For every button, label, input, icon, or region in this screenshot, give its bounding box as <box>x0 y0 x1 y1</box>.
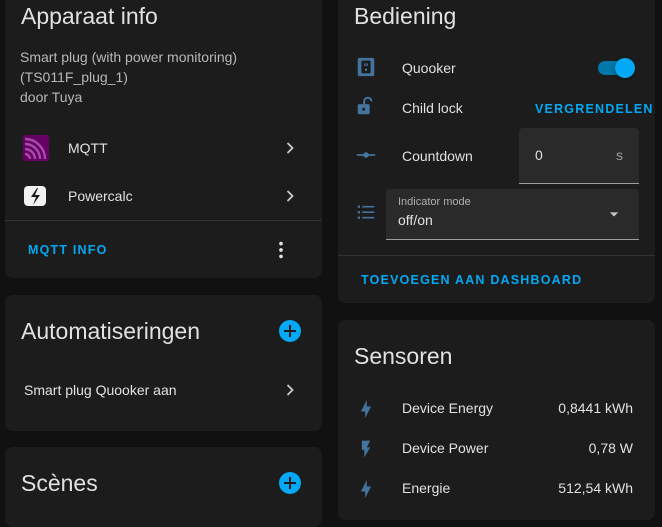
flash-icon <box>361 440 371 458</box>
integration-mqtt-label: MQTT <box>68 140 108 156</box>
sensors-card: Sensoren Device Energy 0,8441 kWh Device… <box>338 320 655 520</box>
chevron-right-icon <box>286 142 294 154</box>
countdown-value: 0 <box>535 147 543 163</box>
integration-powercalc[interactable]: Powercalc <box>5 176 322 216</box>
sensor-row[interactable]: Energie 512,54 kWh <box>338 475 655 503</box>
add-automation-button[interactable] <box>279 320 301 342</box>
indicator-mode-label: Indicator mode <box>398 196 471 208</box>
sensor-value: 512,54 kWh <box>558 480 633 496</box>
sensor-label: Device Power <box>402 440 489 456</box>
scenes-card: Scènes <box>5 447 322 527</box>
indicator-mode-select[interactable]: Indicator mode off/on <box>386 189 639 240</box>
child-lock-label: Child lock <box>402 100 463 116</box>
chevron-right-icon <box>286 190 294 202</box>
lock-open-icon <box>357 96 373 115</box>
mqtt-icon <box>23 135 49 161</box>
mqtt-info-button[interactable]: MQTT INFO <box>28 243 108 257</box>
device-model-id: (TS011F_plug_1) <box>20 69 128 85</box>
card-divider <box>338 255 655 256</box>
device-info-card: Apparaat info Smart plug (with power mon… <box>5 0 322 278</box>
format-list-icon <box>357 205 375 219</box>
quooker-label: Quooker <box>402 60 456 76</box>
chevron-right-icon <box>286 384 294 396</box>
sensor-label: Device Energy <box>402 400 494 416</box>
automations-card: Automatiseringen Smart plug Quooker aan <box>5 295 322 431</box>
device-info-title: Apparaat info <box>21 3 158 29</box>
scenes-title: Scènes <box>21 470 98 496</box>
chevron-down-icon <box>609 212 619 217</box>
ray-vertex-icon <box>356 152 376 158</box>
sensor-row[interactable]: Device Power 0,78 W <box>338 435 655 463</box>
integration-powercalc-label: Powercalc <box>68 188 133 204</box>
dots-vertical-icon[interactable] <box>270 239 292 261</box>
controls-title: Bediening <box>354 3 457 29</box>
countdown-label: Countdown <box>402 148 473 164</box>
automation-item-label: Smart plug Quooker aan <box>24 382 177 398</box>
integration-mqtt[interactable]: MQTT <box>5 128 322 168</box>
quooker-toggle[interactable] <box>596 56 636 80</box>
sensor-value: 0,78 W <box>588 440 633 456</box>
indicator-mode-value: off/on <box>398 212 433 228</box>
countdown-input[interactable]: 0 s <box>519 128 639 184</box>
automation-item[interactable]: Smart plug Quooker aan <box>5 371 322 411</box>
card-divider <box>5 220 322 221</box>
powercalc-icon <box>24 186 46 206</box>
sensor-row[interactable]: Device Energy 0,8441 kWh <box>338 395 655 423</box>
lightning-bolt-icon <box>361 399 371 419</box>
lightning-bolt-icon <box>361 479 371 499</box>
lock-button[interactable]: VERGRENDELEN <box>535 102 654 116</box>
sensor-value: 0,8441 kWh <box>558 400 633 416</box>
controls-card: Bediening Quooker Child lock VERGRENDELE… <box>338 0 655 303</box>
device-model: Smart plug (with power monitoring) <box>20 49 238 65</box>
power-socket-icon <box>357 57 375 77</box>
add-to-dashboard-button[interactable]: TOEVOEGEN AAN DASHBOARD <box>361 273 582 287</box>
add-scene-button[interactable] <box>279 472 301 494</box>
sensors-title: Sensoren <box>354 343 453 369</box>
sensor-label: Energie <box>402 480 451 496</box>
device-manufacturer: door Tuya <box>20 89 83 105</box>
countdown-unit: s <box>616 147 623 163</box>
automations-title: Automatiseringen <box>21 318 200 344</box>
